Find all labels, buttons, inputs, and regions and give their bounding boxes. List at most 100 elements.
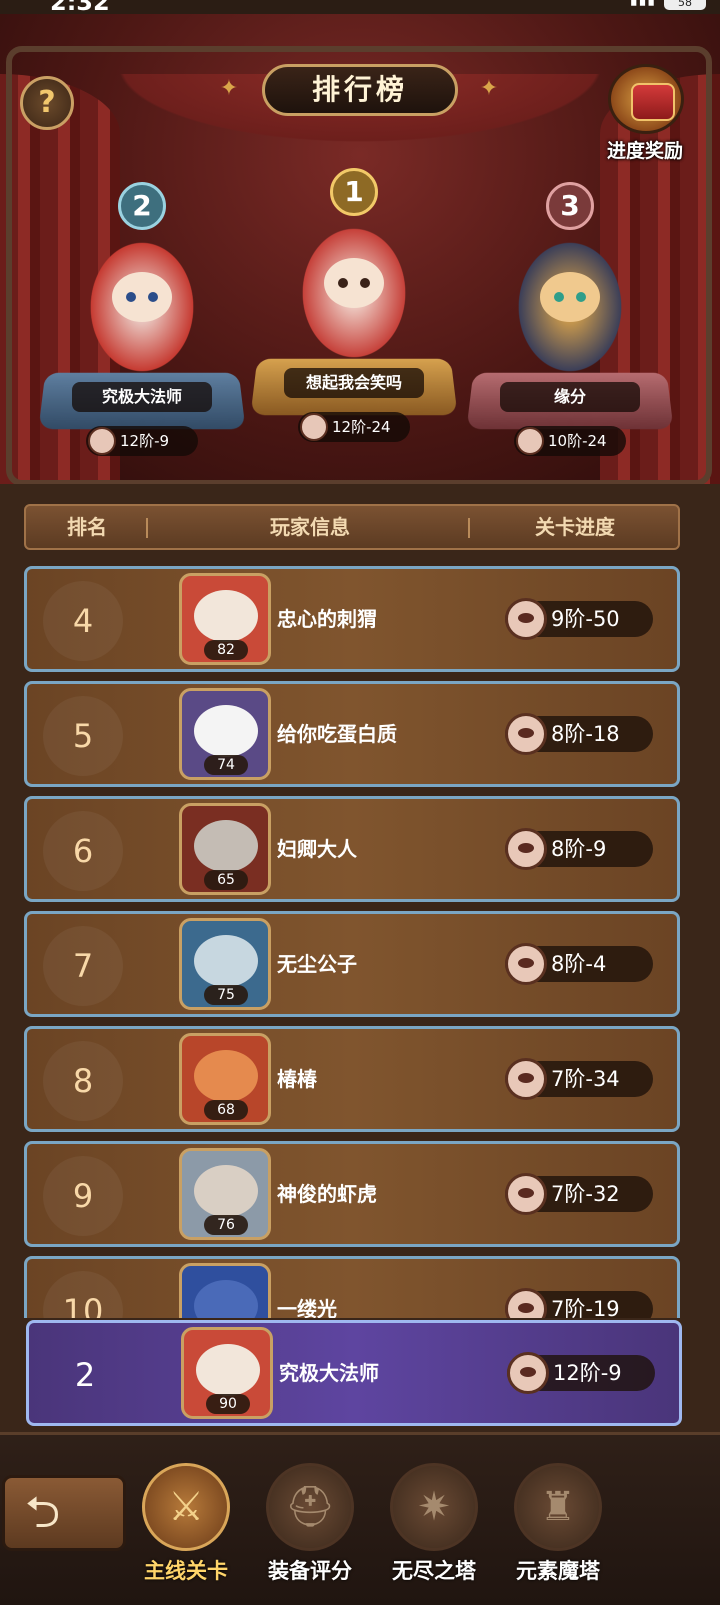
crossed-swords-icon: ⚔: [142, 1463, 230, 1551]
page-title: 排行榜: [262, 64, 458, 116]
player-level: 74: [204, 755, 248, 775]
status-bar: 2:32 ▮▮▮ 58: [0, 0, 720, 14]
player-level: 90: [206, 1394, 250, 1414]
ranking-list[interactable]: 4 82 忠心的刺猬 9阶-50 5 74 给你吃蛋白质 8阶-18 6 65 …: [24, 566, 684, 1318]
cat-head-icon: [505, 713, 547, 755]
progress-reward-button[interactable]: 进度奖励: [600, 64, 690, 162]
stage-progress: 8阶-9: [505, 828, 653, 870]
player-name: 椿椿: [277, 1067, 317, 1091]
col-rank-header: 排名: [67, 515, 107, 539]
back-arrow-icon: ⮌: [25, 1487, 61, 1538]
table-row[interactable]: 4 82 忠心的刺猬 9阶-50: [24, 566, 680, 672]
player-name: 忠心的刺猬: [277, 607, 377, 631]
col-progress-header: 关卡进度: [535, 515, 615, 539]
tab-equipment-score[interactable]: ⛑ 装备评分: [250, 1455, 370, 1605]
player-name: 神俊的虾虎: [277, 1182, 377, 1206]
player-avatar[interactable]: 82: [179, 573, 271, 665]
player-name: 究极大法师: [279, 1361, 379, 1385]
tab-endless-tower[interactable]: ✷ 无尽之塔: [374, 1455, 494, 1605]
tab-label: 装备评分: [268, 1559, 352, 1583]
rank-badge: 1: [324, 160, 384, 224]
row-rank: 5: [43, 696, 123, 776]
player-avatar[interactable]: 68: [179, 1033, 271, 1125]
help-button[interactable]: ?: [20, 76, 74, 130]
character-avatar: [82, 232, 202, 382]
stage-progress: 8阶-18: [505, 713, 653, 755]
player-name: 无尘公子: [277, 952, 357, 976]
stage-progress: 8阶-4: [505, 943, 653, 985]
title-ornament-right-icon: ✦: [479, 76, 499, 101]
tab-label: 元素魔塔: [516, 1559, 600, 1583]
row-rank: 8: [43, 1041, 123, 1121]
player-avatar[interactable]: [179, 1263, 271, 1318]
helmet-icon: ⛑: [266, 1463, 354, 1551]
table-row[interactable]: 5 74 给你吃蛋白质 8阶-18: [24, 681, 680, 787]
ranking-table-header: 排名 玩家信息 关卡进度: [24, 504, 680, 550]
character-avatar: [294, 218, 414, 368]
player-avatar[interactable]: 65: [179, 803, 271, 895]
podium-progress: 10阶-24: [514, 426, 626, 456]
table-row[interactable]: 10 一缕光 7阶-19: [24, 1256, 680, 1318]
stage-progress: 12阶-9: [507, 1352, 655, 1394]
stage-progress: 9阶-50: [505, 598, 653, 640]
status-time: 2:32: [50, 0, 110, 14]
back-button[interactable]: ⮌: [2, 1475, 126, 1551]
castle-tower-icon: ♜: [514, 1463, 602, 1551]
podium-rank-2[interactable]: 2 究极大法师 12阶-9: [38, 174, 246, 474]
stage-progress: 7阶-19: [505, 1288, 653, 1318]
podium-progress: 12阶-24: [298, 412, 410, 442]
podium-rank-3[interactable]: 3 缘分 10阶-24: [466, 174, 674, 474]
stage-progress: 7阶-34: [505, 1058, 653, 1100]
player-level: 65: [204, 870, 248, 890]
podium-rank-1[interactable]: 1 想起我会笑吗 12阶-24: [250, 160, 458, 460]
cat-head-icon: [505, 943, 547, 985]
signal-icon: ▮▮▮: [629, 0, 656, 8]
character-avatar: [510, 232, 630, 382]
rank-badge: 2: [112, 174, 172, 238]
row-rank: 2: [74, 1356, 96, 1394]
row-rank: 10: [43, 1271, 123, 1318]
tab-main-stages[interactable]: ⚔ 主线关卡: [126, 1455, 246, 1605]
player-avatar[interactable]: 90: [181, 1327, 273, 1419]
podium-name: 缘分: [500, 382, 640, 412]
stage-progress: 7阶-32: [505, 1173, 653, 1215]
cat-head-icon: [505, 598, 547, 640]
table-row[interactable]: 9 76 神俊的虾虎 7阶-32: [24, 1141, 680, 1247]
treasure-chest-icon: [608, 64, 684, 134]
cat-head-icon: [507, 1352, 549, 1394]
table-row[interactable]: 7 75 无尘公子 8阶-4: [24, 911, 680, 1017]
row-rank: 7: [43, 926, 123, 1006]
player-avatar[interactable]: 75: [179, 918, 271, 1010]
col-info-header: 玩家信息: [270, 515, 350, 539]
player-name: 给你吃蛋白质: [277, 722, 397, 746]
tab-label: 无尽之塔: [392, 1559, 476, 1583]
rank-badge: 3: [540, 174, 600, 238]
podium-progress: 12阶-9: [86, 426, 198, 456]
table-row[interactable]: 8 68 椿椿 7阶-34: [24, 1026, 680, 1132]
player-avatar[interactable]: 74: [179, 688, 271, 780]
battery-icon: 58: [664, 0, 706, 10]
progress-reward-label: 进度奖励: [606, 140, 683, 162]
player-level: 82: [204, 640, 248, 660]
tab-label: 主线关卡: [144, 1559, 228, 1583]
tab-element-tower[interactable]: ♜ 元素魔塔: [498, 1455, 618, 1605]
player-name: 妇卿大人: [277, 837, 357, 861]
title-ornament-left-icon: ✦: [219, 76, 239, 101]
player-level: 68: [204, 1100, 248, 1120]
cat-head-icon: [300, 413, 328, 441]
cat-head-icon: [516, 427, 544, 455]
player-level: 75: [204, 985, 248, 1005]
cat-head-icon: [505, 1173, 547, 1215]
row-rank: 4: [43, 581, 123, 661]
player-avatar[interactable]: 76: [179, 1148, 271, 1240]
row-rank: 6: [43, 811, 123, 891]
podium-name: 想起我会笑吗: [284, 368, 424, 398]
cat-head-icon: [505, 1288, 547, 1318]
podium-name: 究极大法师: [72, 382, 212, 412]
my-rank-row[interactable]: 2 90 究极大法师 12阶-9: [26, 1320, 682, 1426]
cat-head-icon: [505, 828, 547, 870]
row-rank: 9: [43, 1156, 123, 1236]
table-row[interactable]: 6 65 妇卿大人 8阶-9: [24, 796, 680, 902]
player-level: 76: [204, 1215, 248, 1235]
cat-head-icon: [505, 1058, 547, 1100]
